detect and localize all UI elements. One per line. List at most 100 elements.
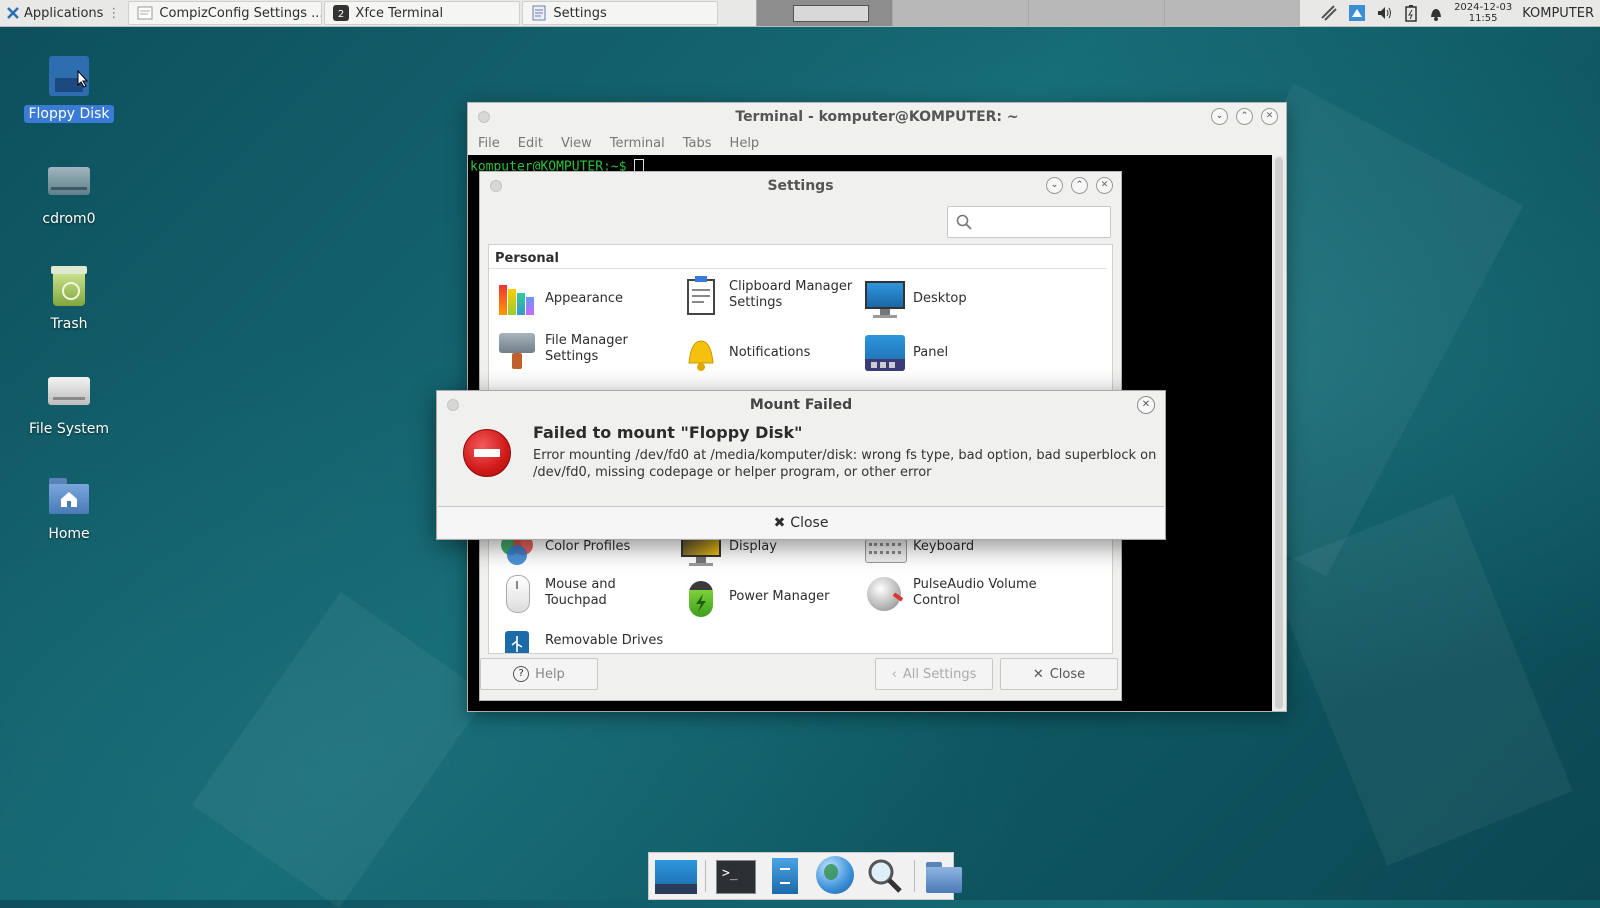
workspace-1[interactable] [756,0,893,26]
desktop-icon-label: Trash [50,316,88,332]
taskbar-item-terminal[interactable]: 2 Xfce Terminal [324,1,521,25]
desktop-icon-cdrom[interactable]: cdrom0 [23,157,115,227]
user-hostname[interactable]: KOMPUTER [1522,6,1594,21]
file-manager-icon[interactable] [764,856,806,896]
terminal-titlebar[interactable]: Terminal - komputer@KOMPUTER: ~ ⌄ ⌃ ✕ [468,103,1286,131]
desktop-icon-file-system[interactable]: File System [23,367,115,437]
volume-knob-icon [865,573,905,613]
settings-close-button[interactable]: ✕ Close [1000,658,1118,690]
workspace-4[interactable] [1164,0,1301,26]
applications-menu-button[interactable]: Applications ⋮ [0,0,126,26]
dialog-message: Error mounting /dev/fd0 at /media/komput… [533,448,1157,480]
taskbar-item-label: Settings [553,5,607,21]
bottom-dock: >_ [648,852,962,900]
panel-icon [865,333,905,373]
settings-item-label: Removable Drives [545,633,664,648]
chevron-left-icon: ‹ [891,666,897,682]
window-menu-dot[interactable] [490,180,502,192]
clock-time: 11:55 [1468,13,1498,24]
clock[interactable]: 2024-12-03 11:55 [1454,2,1512,24]
settings-item-label: Clipboard Manager Settings [729,279,853,310]
terminal-icon[interactable]: >_ [714,856,756,896]
settings-item-label: Notifications [729,345,811,360]
settings-item-clipboard[interactable]: Clipboard Manager Settings [681,275,856,315]
settings-item-file-manager[interactable]: File Manager Settings [497,329,672,369]
settings-search-box[interactable] [947,206,1111,238]
menu-terminal[interactable]: Terminal [610,136,665,151]
settings-item-desktop[interactable]: Desktop [865,279,1035,319]
menu-file[interactable]: File [478,136,500,151]
cdrom-icon [45,157,93,205]
wallpaper-shard [191,591,489,908]
all-settings-label: All Settings [902,666,977,682]
workspace-2[interactable] [892,0,1029,26]
window-menu-dot[interactable] [478,111,490,123]
battery-icon [681,577,721,617]
dialog-title: Mount Failed [749,397,853,413]
applications-label: Applications [24,5,104,21]
desktop-icon-trash[interactable]: Trash [23,262,115,332]
minimize-button[interactable]: ⌄ [1046,177,1063,194]
close-x-icon: ✕ [1032,666,1044,682]
folder-icon[interactable] [923,856,965,896]
settings-item-removable-drives[interactable]: Removable Drives [497,621,677,653]
all-settings-button[interactable]: ‹ All Settings [875,658,993,690]
settings-item-label: File Manager Settings [545,333,628,364]
compizconfig-icon [137,6,153,20]
settings-item-label: Display [729,539,777,554]
menu-view[interactable]: View [561,136,592,151]
settings-icon [532,5,546,21]
taskbar-item-label: Xfce Terminal [355,5,444,21]
bell-icon [681,333,721,373]
terminal-scrollbar[interactable] [1272,155,1286,711]
settings-item-appearance[interactable]: Appearance [497,279,667,319]
maximize-button[interactable]: ⌃ [1071,177,1088,194]
dialog-close-icon[interactable]: ✕ [1137,396,1155,414]
home-folder-icon [45,472,93,520]
settings-search-input[interactable] [978,207,1108,237]
web-browser-icon[interactable] [814,856,856,896]
show-desktop-icon[interactable] [655,856,697,896]
updates-icon[interactable] [1348,4,1366,22]
dialog-close-button[interactable]: ✖ Close [438,506,1164,538]
trash-icon [45,262,93,310]
menu-edit[interactable]: Edit [518,136,543,151]
desktop-icon-floppy-disk[interactable]: Floppy Disk [23,52,115,123]
minimize-button[interactable]: ⌄ [1211,108,1228,125]
battery-icon[interactable] [1404,4,1418,22]
settings-titlebar[interactable]: Settings ⌄ ⌃ ✕ [480,172,1121,200]
volume-icon[interactable] [1376,4,1394,22]
taskbar-item-compizconfig[interactable]: CompizConfig Settings ... [128,1,323,25]
svg-text:2: 2 [338,9,344,20]
dialog-titlebar[interactable]: Mount Failed ✕ [437,391,1165,419]
settings-item-mouse[interactable]: Mouse and Touchpad [497,573,672,613]
maximize-button[interactable]: ⌃ [1236,108,1253,125]
close-button[interactable]: ✕ [1261,108,1278,125]
menu-help[interactable]: Help [730,136,760,151]
close-button[interactable]: ✕ [1096,177,1113,194]
mouse-icon [497,573,537,613]
desktop-icon-label: File System [28,421,110,437]
close-x-icon: ✖ [773,514,786,531]
clipboard-icon [681,275,721,315]
menu-tabs[interactable]: Tabs [683,136,712,151]
search-icon[interactable] [864,856,906,896]
desktop-icon-label: Floppy Disk [24,105,114,123]
error-icon [463,429,511,477]
window-title: Settings [767,178,834,194]
taskbar-item-settings[interactable]: Settings [522,1,719,25]
notifications-bell-icon[interactable] [1428,4,1444,22]
drive-icon [45,367,93,415]
settings-item-pulseaudio[interactable]: PulseAudio Volume Control [865,573,1045,613]
terminal-menubar: File Edit View Terminal Tabs Help [468,131,1286,155]
help-button[interactable]: ? Help [480,658,598,690]
settings-item-panel[interactable]: Panel [865,333,1035,373]
workspace-3[interactable] [1028,0,1165,26]
settings-item-notifications[interactable]: Notifications [681,333,851,373]
desktop-icon-home[interactable]: Home [23,472,115,542]
settings-item-label: Desktop [913,291,967,306]
network-icon[interactable] [1320,4,1338,22]
appearance-icon [497,279,537,319]
window-menu-dot[interactable] [447,399,459,411]
settings-item-power-manager[interactable]: Power Manager [681,577,851,617]
